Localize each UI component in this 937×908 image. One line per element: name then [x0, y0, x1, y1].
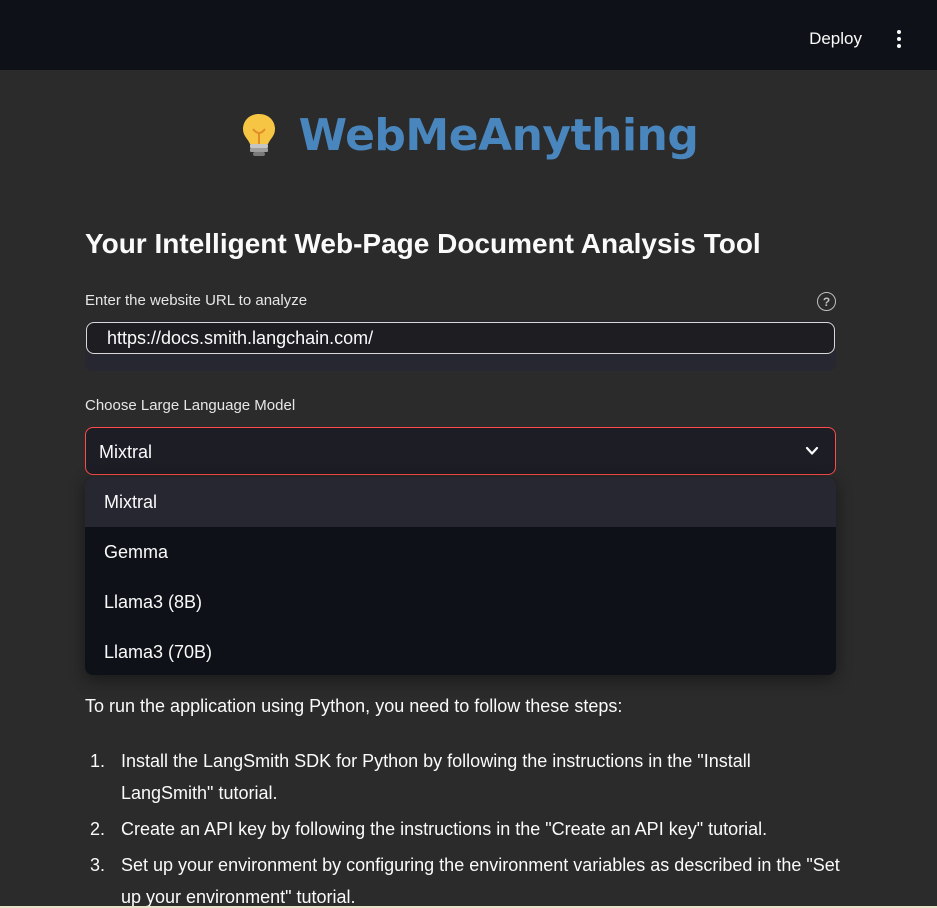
instructions-intro: To run the application using Python, you… [85, 696, 623, 716]
list-item-number: 2. [90, 819, 106, 839]
app-title: WebMeAnything [298, 109, 699, 161]
list-item: 1. Install the LangSmith SDK for Python … [85, 745, 845, 809]
list-item-text: Install the LangSmith SDK for Python by … [121, 751, 751, 803]
url-field-container [85, 321, 836, 371]
model-option-llama3-8b[interactable]: Llama3 (8B) [85, 577, 836, 627]
app-title-row: WebMeAnything [0, 108, 937, 162]
page-subtitle: Your Intelligent Web-Page Document Analy… [85, 228, 761, 259]
model-select[interactable]: Mixtral [85, 427, 836, 475]
chevron-down-icon [805, 446, 819, 455]
model-option-llama3-70b[interactable]: Llama3 (70B) [85, 627, 836, 675]
list-item-number: 1. [90, 751, 106, 771]
list-item-number: 3. [90, 855, 106, 875]
model-option-mixtral[interactable]: Mixtral [85, 477, 836, 527]
model-select-label: Choose Large Language Model [85, 397, 296, 414]
question-circle-icon[interactable]: ? [817, 292, 836, 311]
lightbulb-icon [242, 114, 275, 156]
model-select-value: Mixtral [99, 442, 152, 462]
url-field-label: Enter the website URL to analyze [85, 292, 308, 309]
app-header: Deploy [0, 0, 937, 70]
model-dropdown-menu: Mixtral Gemma Llama3 (8B) Llama3 (70B) [85, 477, 836, 675]
kebab-menu-icon[interactable] [894, 30, 904, 50]
url-input[interactable] [86, 322, 835, 354]
list-item-text: Set up your environment by configuring t… [121, 855, 840, 907]
model-option-gemma[interactable]: Gemma [85, 527, 836, 577]
list-item: 2. Create an API key by following the in… [85, 813, 845, 845]
instructions-list: 1. Install the LangSmith SDK for Python … [85, 745, 845, 908]
list-item: 3. Set up your environment by configurin… [85, 849, 845, 908]
list-item-text: Create an API key by following the instr… [121, 819, 768, 839]
deploy-button[interactable]: Deploy [809, 29, 862, 49]
